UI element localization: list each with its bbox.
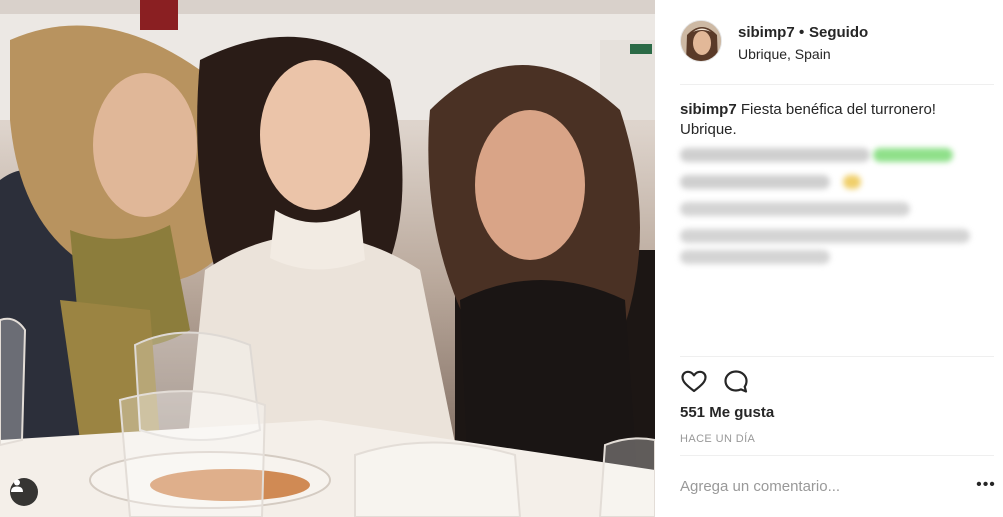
post-timestamp[interactable]: HACE UN DÍA xyxy=(680,433,755,445)
actions-divider xyxy=(680,356,994,357)
comment-icon[interactable] xyxy=(722,368,750,396)
post-actions xyxy=(680,368,780,398)
blurred-comment-line xyxy=(680,250,830,264)
blurred-comment-line xyxy=(680,175,830,189)
user-tag-icon[interactable] xyxy=(10,478,38,506)
blurred-comment-line xyxy=(680,202,910,216)
like-count[interactable]: 551 Me gusta xyxy=(680,404,774,421)
separator-dot: • xyxy=(799,24,805,41)
post-header: sibimp7 • Seguido Ubrique, Spain xyxy=(680,18,994,68)
photo-illustration xyxy=(0,0,655,517)
post-photo[interactable] xyxy=(0,0,655,517)
more-options-icon[interactable]: ••• xyxy=(975,474,997,496)
header-divider xyxy=(680,84,994,85)
blurred-emoji-line xyxy=(843,175,861,189)
blurred-emoji-line xyxy=(873,148,953,162)
post-caption: sibimp7 Fiesta benéfica del turronero! U… xyxy=(680,100,980,140)
follow-status-button[interactable]: Seguido xyxy=(809,24,868,41)
username-link[interactable]: sibimp7 xyxy=(738,24,795,41)
location-link[interactable]: Ubrique, Spain xyxy=(738,46,831,62)
heart-icon[interactable] xyxy=(680,368,708,396)
caption-username-link[interactable]: sibimp7 xyxy=(680,101,737,118)
avatar[interactable] xyxy=(680,20,722,62)
comment-divider xyxy=(680,455,994,456)
blurred-comment-line xyxy=(680,148,870,162)
post-side-panel: sibimp7 • Seguido Ubrique, Spain sibimp7… xyxy=(655,0,1003,517)
blurred-comment-line xyxy=(680,229,970,243)
comment-input[interactable] xyxy=(680,474,950,498)
